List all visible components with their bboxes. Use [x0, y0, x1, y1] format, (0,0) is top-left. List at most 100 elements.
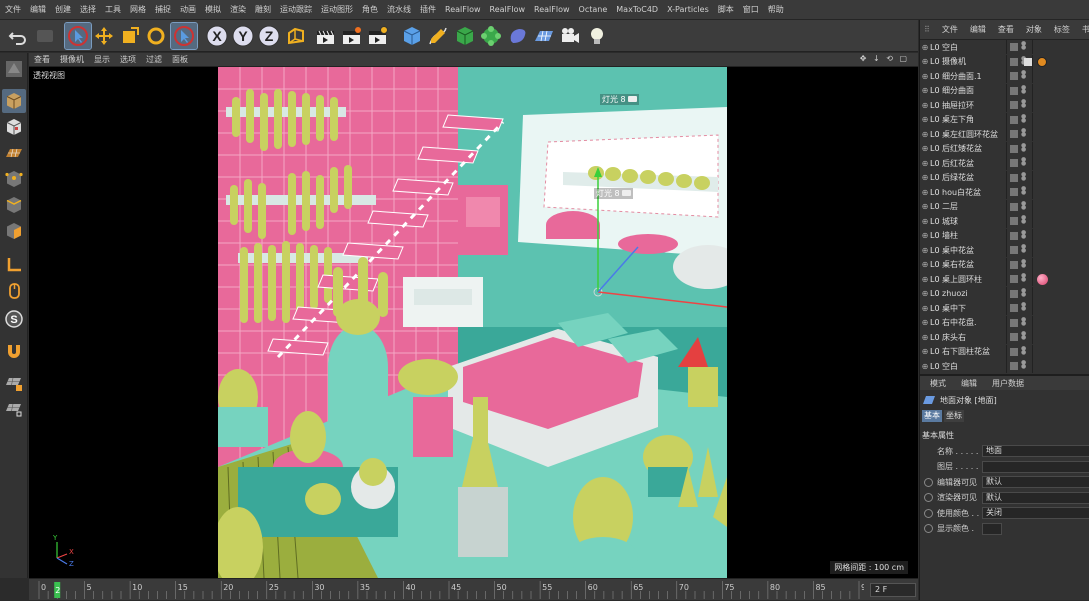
- animation-radio[interactable]: [924, 524, 933, 533]
- attribute-value[interactable]: [982, 460, 1089, 473]
- object-name[interactable]: 桌左下角: [942, 114, 1008, 125]
- object-row[interactable]: ⊕ L0 后红矮花盆 ● ●: [920, 141, 1089, 156]
- object-name[interactable]: 床头右: [942, 332, 1008, 343]
- light-tag-2[interactable]: 灯光 8: [594, 188, 634, 199]
- menu-select[interactable]: 选择: [75, 4, 100, 15]
- expand-toggle-icon[interactable]: ⊕: [920, 246, 930, 255]
- expand-toggle-icon[interactable]: ⊕: [920, 333, 930, 342]
- object-row[interactable]: ⊕ L0 桌中花盆 ● ●: [920, 243, 1089, 257]
- layer-checkbox[interactable]: [1010, 304, 1018, 312]
- undo-button[interactable]: [5, 23, 31, 49]
- object-name[interactable]: 右下圆柱花盆: [942, 346, 1008, 357]
- expand-toggle-icon[interactable]: ⊕: [920, 318, 930, 327]
- visibility-dots-icon[interactable]: ●●: [1021, 316, 1026, 328]
- object-name[interactable]: 后红花盆: [942, 158, 1008, 169]
- light-tag-1[interactable]: 灯光 8: [600, 94, 640, 105]
- floor-plane-button[interactable]: [531, 23, 557, 49]
- attribute-value[interactable]: 地面: [982, 445, 1089, 457]
- expand-toggle-icon[interactable]: ⊕: [920, 347, 930, 356]
- layer-checkbox[interactable]: [1010, 130, 1018, 138]
- visibility-dots-icon[interactable]: ●●: [1021, 273, 1026, 284]
- menu-animate[interactable]: 动画: [175, 4, 200, 15]
- attribute-value[interactable]: 默认: [982, 491, 1089, 504]
- menu-character[interactable]: 角色: [357, 4, 382, 15]
- pen-spline-button[interactable]: [425, 23, 451, 49]
- visibility-dots-icon[interactable]: ●●: [1021, 331, 1026, 342]
- redo-button[interactable]: [32, 23, 58, 49]
- viewport-menu-panel[interactable]: 面板: [167, 54, 193, 65]
- expand-toggle-icon[interactable]: ⊕: [920, 57, 930, 66]
- menu-edit[interactable]: 编辑: [25, 4, 50, 15]
- object-name[interactable]: 摄像机: [942, 56, 1008, 67]
- attribute-menu-edit[interactable]: 编辑: [951, 378, 982, 389]
- object-name[interactable]: 桌中花盆: [942, 245, 1008, 256]
- object-name[interactable]: 后绿花盆: [942, 172, 1008, 183]
- axis-mode-button[interactable]: [2, 253, 26, 277]
- layer-checkbox[interactable]: [1010, 217, 1018, 225]
- expand-toggle-icon[interactable]: ⊕: [920, 159, 930, 168]
- layer-checkbox[interactable]: [1010, 289, 1018, 298]
- object-menu-file[interactable]: 文件: [936, 24, 964, 35]
- visibility-dots-icon[interactable]: ●●: [1021, 258, 1026, 270]
- coordinate-system-button[interactable]: [283, 23, 309, 49]
- viewport-menu-display[interactable]: 显示: [89, 54, 115, 65]
- object-row[interactable]: ⊕ L0 二层 ● ●: [920, 199, 1089, 214]
- layer-checkbox[interactable]: [1010, 318, 1018, 327]
- menu-script[interactable]: 脚本: [713, 4, 738, 15]
- animation-radio[interactable]: [924, 477, 933, 487]
- visibility-dots-icon[interactable]: ●●: [1021, 287, 1026, 299]
- visibility-dots-icon[interactable]: ●●: [1021, 244, 1026, 255]
- edges-mode-button[interactable]: [2, 193, 26, 217]
- visibility-dots-icon[interactable]: ●●: [1021, 41, 1026, 52]
- layer-checkbox[interactable]: [1010, 86, 1018, 95]
- layer-checkbox[interactable]: [1010, 159, 1018, 167]
- object-name[interactable]: 二层: [942, 201, 1008, 212]
- tab-basic[interactable]: 基本: [922, 410, 942, 422]
- visibility-dots-icon[interactable]: ●●: [1021, 200, 1026, 212]
- make-editable-button[interactable]: [2, 57, 26, 81]
- rotate-button[interactable]: [143, 23, 169, 49]
- visibility-dots-icon[interactable]: ●●: [1021, 186, 1026, 197]
- array-cloner-button[interactable]: [478, 23, 504, 49]
- render-scene[interactable]: 灯光 8 灯光 8: [218, 67, 727, 578]
- menu-help[interactable]: 帮助: [763, 4, 788, 15]
- x-axis-lock-button[interactable]: X: [204, 23, 230, 49]
- animation-radio[interactable]: [924, 493, 933, 502]
- move-button[interactable]: [91, 23, 117, 49]
- object-menu-objects[interactable]: 对象: [1020, 24, 1048, 35]
- workplane-mode-button[interactable]: [2, 141, 26, 165]
- camera-target-tag-icon[interactable]: [1037, 56, 1047, 67]
- object-row[interactable]: ⊕ L0 空白 ● ●: [920, 40, 1089, 54]
- camera-button[interactable]: [557, 23, 583, 49]
- polygons-mode-button[interactable]: [2, 219, 26, 243]
- menu-mograph[interactable]: 运动图形: [316, 4, 357, 15]
- layer-checkbox[interactable]: [1010, 144, 1018, 153]
- y-axis-lock-button[interactable]: Y: [230, 23, 256, 49]
- layer-checkbox[interactable]: [1010, 173, 1018, 182]
- object-menu-edit[interactable]: 编辑: [964, 24, 992, 35]
- menu-sculpt[interactable]: 雕刻: [250, 4, 275, 15]
- menu-pipeline[interactable]: 流水线: [382, 4, 415, 15]
- expand-toggle-icon[interactable]: ⊕: [920, 72, 930, 81]
- menu-maxtoc4d[interactable]: MaxToC4D: [611, 5, 662, 14]
- object-row[interactable]: ⊕ L0 桌中下 ● ●: [920, 301, 1089, 315]
- visibility-dots-icon[interactable]: ●●: [1021, 84, 1026, 96]
- tab-coordinates[interactable]: 坐标: [944, 410, 964, 422]
- object-manager-grip[interactable]: ⠿: [920, 25, 936, 34]
- object-row[interactable]: ⊕ L0 桌左下角 ● ●: [920, 112, 1089, 127]
- object-row[interactable]: ⊕ L0 桌上圆环柱 ● ●: [920, 272, 1089, 286]
- cube-object-button[interactable]: [399, 23, 425, 49]
- visibility-dots-icon[interactable]: ●●: [1021, 229, 1026, 241]
- visibility-dots-icon[interactable]: ●●: [1021, 302, 1026, 313]
- attribute-value[interactable]: 默认: [982, 476, 1089, 488]
- expand-toggle-icon[interactable]: ⊕: [920, 188, 930, 197]
- visibility-dots-icon[interactable]: ●●: [1021, 99, 1026, 110]
- object-name[interactable]: 桌上圆环柱: [942, 274, 1008, 285]
- layer-checkbox[interactable]: [1010, 202, 1018, 211]
- object-menu-view[interactable]: 查看: [992, 24, 1020, 35]
- expand-toggle-icon[interactable]: ⊕: [920, 115, 930, 124]
- layer-checkbox[interactable]: [1010, 188, 1018, 196]
- render-settings-button[interactable]: [365, 23, 391, 49]
- expand-toggle-icon[interactable]: ⊕: [920, 231, 930, 240]
- menu-plugins[interactable]: 插件: [415, 4, 440, 15]
